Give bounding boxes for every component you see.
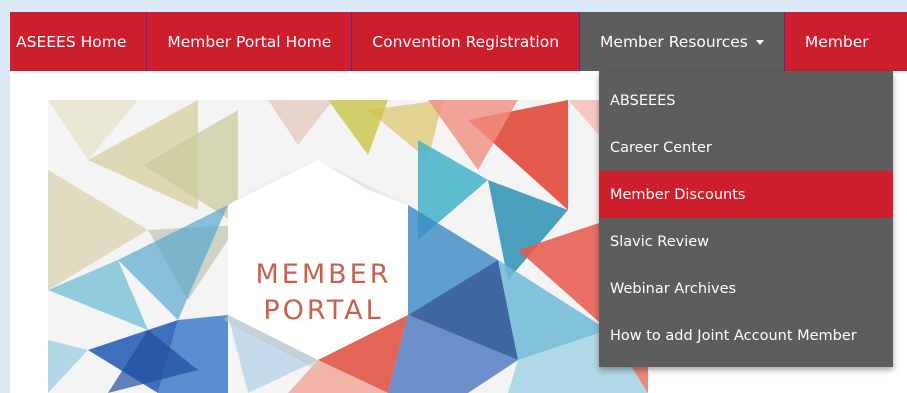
nav-label: ASEEES Home	[16, 32, 127, 51]
nav-item-aseees-home[interactable]: ASEEES Home	[10, 12, 148, 71]
top-strip	[0, 0, 907, 12]
banner-title-line2: PORTAL	[263, 295, 384, 326]
nav-item-member-portal-home[interactable]: Member Portal Home	[147, 12, 353, 71]
caret-down-icon	[755, 40, 764, 45]
nav-label: Member Portal Home	[167, 32, 332, 51]
dropdown-item-abseees[interactable]: ABSEEES	[599, 77, 893, 124]
dropdown-item-webinar-archives[interactable]: Webinar Archives	[599, 265, 893, 312]
main-nav: ASEEES Home Member Portal Home Conventio…	[10, 12, 907, 71]
dropdown-item-slavic-review[interactable]: Slavic Review	[599, 218, 893, 265]
nav-label: Member	[804, 32, 869, 51]
nav-item-convention-registration[interactable]: Convention Registration	[352, 12, 581, 71]
dropdown-item-label: ABSEEES	[610, 92, 676, 109]
nav-label: Convention Registration	[372, 32, 560, 51]
dropdown-item-label: Webinar Archives	[610, 280, 737, 297]
member-portal-banner: MEMBER PORTAL	[48, 100, 648, 393]
dropdown-item-label: Career Center	[610, 139, 712, 156]
member-resources-dropdown: ABSEEES Career Center Member Discounts S…	[599, 71, 893, 367]
dropdown-item-label: Member Discounts	[610, 186, 746, 203]
banner-title: MEMBER PORTAL	[241, 257, 406, 329]
page: ASEEES Home Member Portal Home Conventio…	[0, 0, 907, 393]
nav-item-member-resources[interactable]: Member Resources	[580, 12, 785, 71]
banner-geometric-graphic	[48, 100, 648, 393]
nav-label: Member Resources	[600, 32, 748, 51]
dropdown-item-member-discounts[interactable]: Member Discounts	[599, 171, 893, 218]
dropdown-item-joint-account[interactable]: How to add Joint Account Member	[599, 312, 893, 359]
nav-item-member[interactable]: Member	[785, 12, 889, 71]
dropdown-item-label: How to add Joint Account Member	[610, 327, 857, 344]
dropdown-item-career-center[interactable]: Career Center	[599, 124, 893, 171]
banner-title-line1: MEMBER	[255, 259, 392, 290]
dropdown-item-label: Slavic Review	[610, 233, 710, 250]
